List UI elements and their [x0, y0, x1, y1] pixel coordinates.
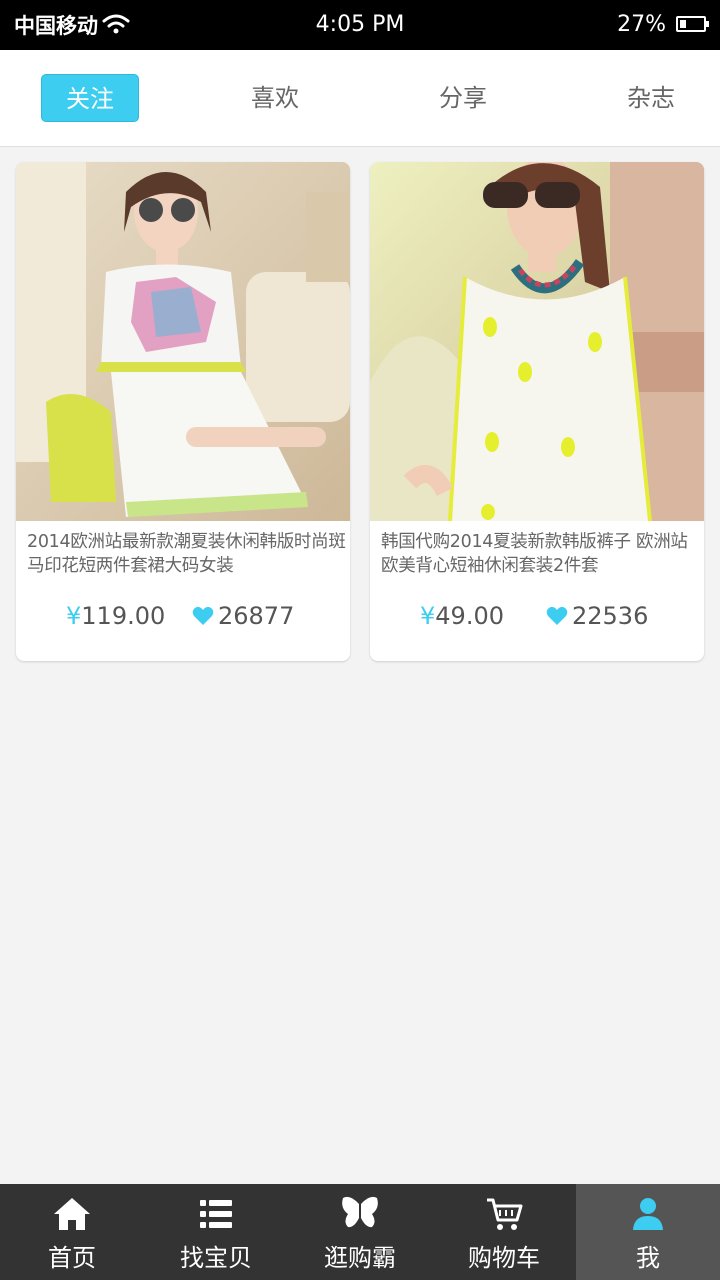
tab-like[interactable]: 喜欢	[226, 74, 324, 122]
currency-symbol: ¥	[420, 602, 436, 630]
price-value: 49.00	[435, 602, 504, 630]
nav-label: 购物车	[468, 1244, 540, 1272]
product-price: ¥119.00	[66, 602, 165, 630]
nav-home[interactable]: 首页	[0, 1184, 144, 1280]
user-icon	[633, 1198, 663, 1230]
product-image[interactable]	[370, 162, 704, 521]
battery-icon	[676, 16, 709, 32]
like-count[interactable]: 26877	[192, 602, 294, 630]
clock: 4:05 PM	[315, 12, 405, 37]
battery-percent: 27%	[617, 12, 666, 37]
tab-magazine[interactable]: 杂志	[602, 74, 700, 122]
home-icon	[54, 1198, 90, 1230]
like-value: 22536	[572, 602, 649, 630]
nav-browse[interactable]: 逛购霸	[288, 1184, 432, 1280]
nav-label: 我	[636, 1244, 660, 1272]
bottom-nav: 首页 找宝贝 逛购霸 购物车 我	[0, 1184, 720, 1280]
nav-me[interactable]: 我	[576, 1184, 720, 1280]
product-price: ¥49.00	[420, 602, 504, 630]
cart-icon	[487, 1198, 523, 1230]
tab-share[interactable]: 分享	[414, 74, 512, 122]
nav-cart[interactable]: 购物车	[432, 1184, 576, 1280]
like-count[interactable]: 22536	[546, 602, 648, 630]
list-icon	[200, 1200, 232, 1228]
price-value: 119.00	[81, 602, 166, 630]
status-bar: 中国移动 4:05 PM 27%	[0, 0, 720, 50]
heart-icon	[546, 606, 568, 625]
product-card[interactable]: 2014欧洲站最新款潮夏装休闲韩版时尚斑马印花短两件套裙大码女装 ¥119.00…	[16, 162, 350, 661]
heart-icon	[192, 606, 214, 625]
product-image[interactable]	[16, 162, 350, 521]
butterfly-icon	[342, 1196, 378, 1228]
tab-follow[interactable]: 关注	[41, 74, 139, 122]
battery-fill	[680, 20, 686, 28]
nav-label: 逛购霸	[324, 1244, 396, 1272]
product-title[interactable]: 韩国代购2014夏装新款韩版裤子 欧洲站欧美背心短袖休闲套装2件套	[381, 530, 701, 578]
nav-label: 首页	[48, 1244, 96, 1272]
like-value: 26877	[218, 602, 295, 630]
currency-symbol: ¥	[66, 602, 82, 630]
nav-label: 找宝贝	[180, 1244, 252, 1272]
nav-find[interactable]: 找宝贝	[144, 1184, 288, 1280]
product-title[interactable]: 2014欧洲站最新款潮夏装休闲韩版时尚斑马印花短两件套裙大码女装	[27, 530, 347, 578]
tab-bar: 关注 喜欢 分享 杂志	[0, 50, 720, 147]
product-card[interactable]: 韩国代购2014夏装新款韩版裤子 欧洲站欧美背心短袖休闲套装2件套 ¥49.00…	[370, 162, 704, 661]
